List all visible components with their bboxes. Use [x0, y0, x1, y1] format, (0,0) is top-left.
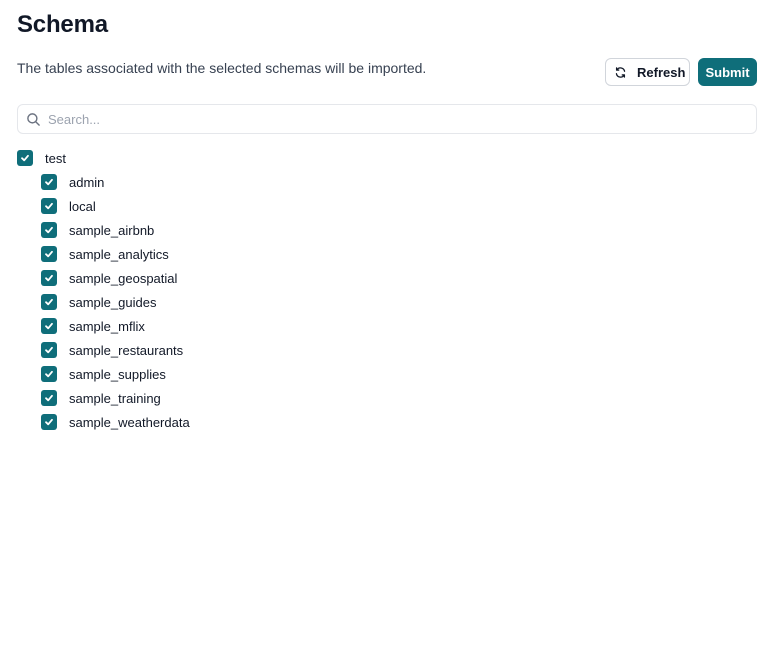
refresh-button-label: Refresh [637, 64, 686, 80]
tree-item: sample_guides [17, 290, 190, 314]
tree-item: sample_supplies [17, 362, 190, 386]
schema-page: Schema The tables associated with the se… [0, 0, 769, 664]
schema-checkbox[interactable] [41, 414, 57, 430]
schema-label: sample_airbnb [69, 222, 155, 238]
root-checkbox[interactable] [17, 150, 33, 166]
schema-label: local [69, 198, 96, 214]
tree-item: sample_airbnb [17, 218, 190, 242]
schema-label: sample_mflix [69, 318, 145, 334]
refresh-icon [614, 66, 627, 79]
schema-checkbox[interactable] [41, 318, 57, 334]
schema-label: sample_training [69, 390, 161, 406]
page-title: Schema [17, 11, 108, 38]
page-description: The tables associated with the selected … [17, 60, 427, 76]
schema-checkbox[interactable] [41, 390, 57, 406]
search-icon [26, 112, 41, 127]
tree-root-label: test [45, 150, 66, 166]
schema-checkbox[interactable] [41, 342, 57, 358]
schema-label: sample_guides [69, 294, 157, 310]
schema-label: sample_weatherdata [69, 414, 190, 430]
tree-item: sample_analytics [17, 242, 190, 266]
tree-item: sample_geospatial [17, 266, 190, 290]
schema-checkbox[interactable] [41, 222, 57, 238]
schema-checkbox[interactable] [41, 174, 57, 190]
schema-checkbox[interactable] [41, 366, 57, 382]
tree-root-row: test [17, 146, 190, 170]
tree-item: local [17, 194, 190, 218]
search-input[interactable] [48, 111, 728, 127]
schema-checkbox[interactable] [41, 246, 57, 262]
schema-checkbox[interactable] [41, 198, 57, 214]
tree-children: admin local sample_airbnb sample_analyticss… [17, 170, 190, 434]
tree-item: sample_training [17, 386, 190, 410]
tree-item: sample_weatherdata [17, 410, 190, 434]
schema-label: sample_analytics [69, 246, 169, 262]
schema-checkbox[interactable] [41, 270, 57, 286]
search-box [17, 104, 757, 134]
submit-button[interactable]: Submit [698, 58, 757, 86]
schema-checkbox[interactable] [41, 294, 57, 310]
schema-label: sample_geospatial [69, 270, 178, 286]
schema-tree: test admin local sample_airbnb sample_analy… [17, 146, 190, 434]
tree-item: sample_restaurants [17, 338, 190, 362]
tree-item: admin [17, 170, 190, 194]
schema-label: sample_supplies [69, 366, 166, 382]
submit-button-label: Submit [705, 64, 750, 80]
refresh-button[interactable]: Refresh [605, 58, 690, 86]
action-bar: Refresh Submit [605, 58, 757, 86]
schema-label: sample_restaurants [69, 342, 184, 358]
tree-item: sample_mflix [17, 314, 190, 338]
schema-label: admin [69, 174, 105, 190]
